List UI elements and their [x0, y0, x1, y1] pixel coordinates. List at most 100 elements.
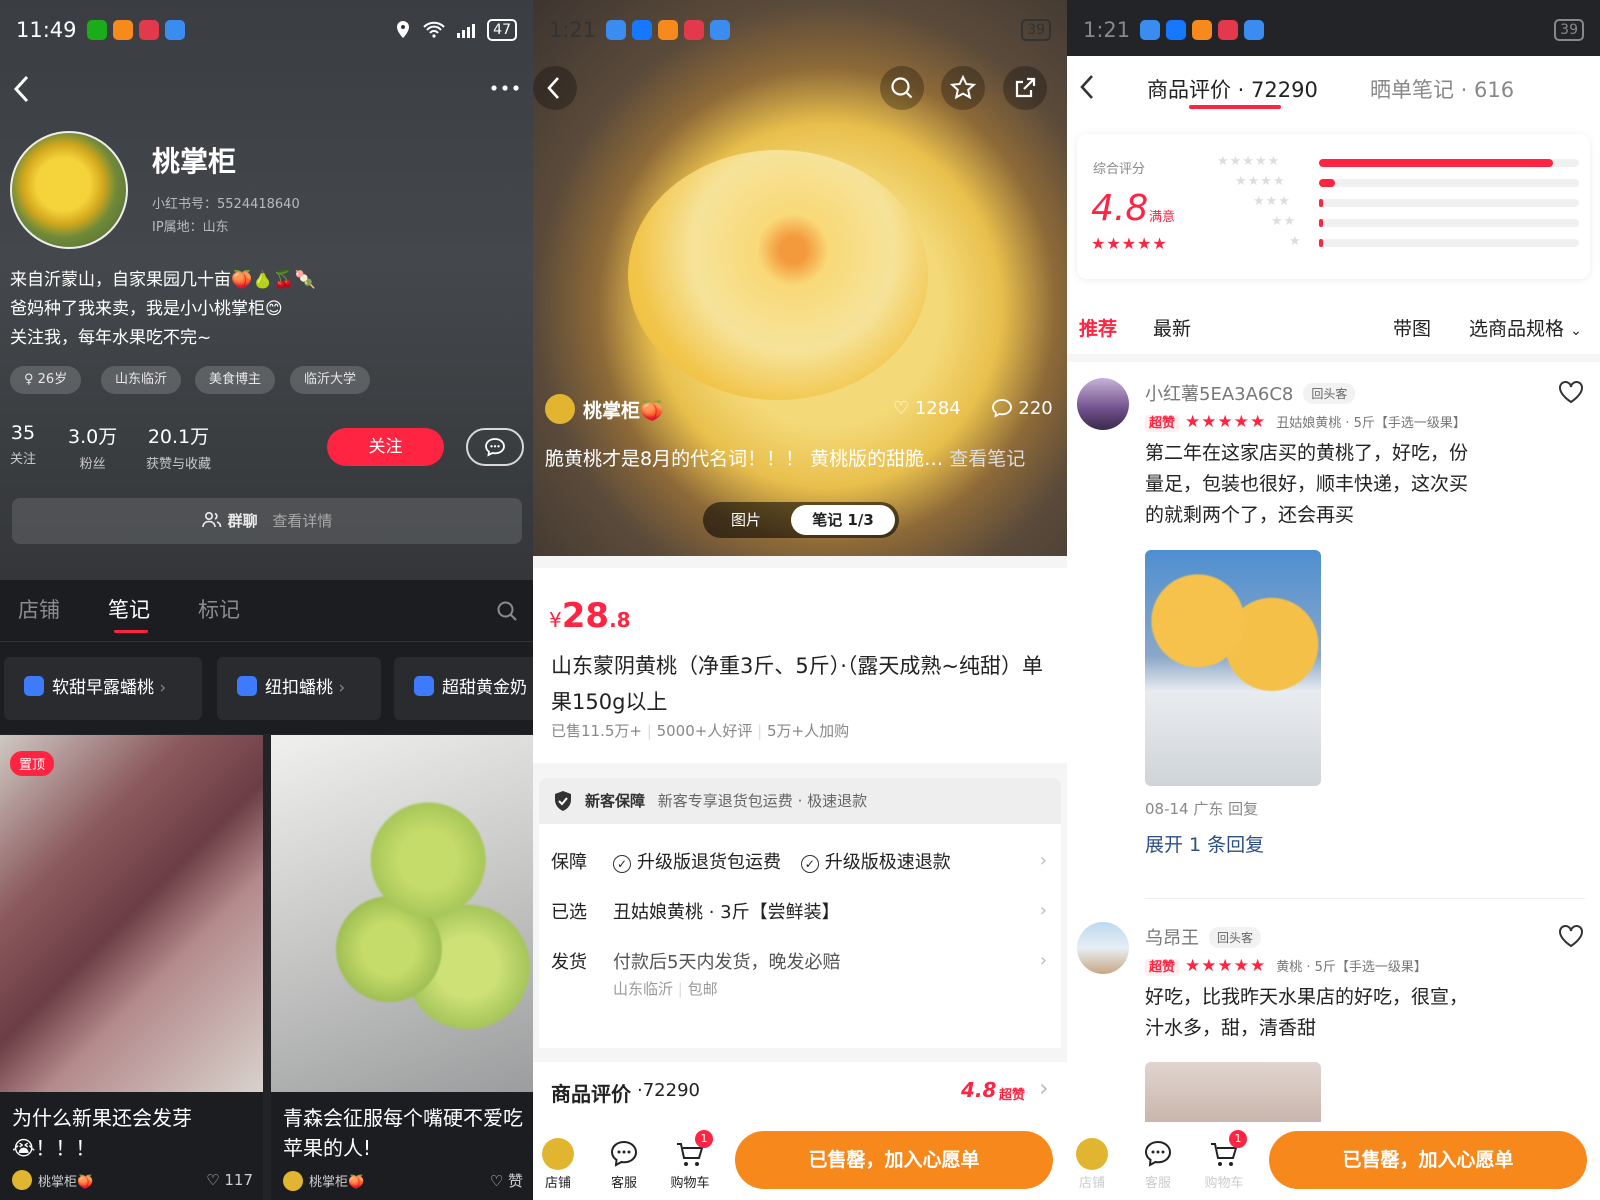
- message-button[interactable]: [466, 428, 524, 466]
- view-note-link[interactable]: 查看笔记: [949, 448, 1025, 470]
- super-badge: 超赞: [1145, 415, 1180, 432]
- more-icon[interactable]: [490, 82, 520, 94]
- reviewer-avatar[interactable]: [1077, 922, 1129, 974]
- favorite-button[interactable]: [941, 66, 985, 110]
- back-button[interactable]: [533, 66, 577, 110]
- author-avatar: [283, 1170, 303, 1191]
- like-count[interactable]: ♡ 赞: [490, 1170, 523, 1191]
- review-rating-line: 超赞 ★★★★★ 黄桃 · 5斤【手选一级果】: [1145, 956, 1427, 976]
- rating-bar-fill: [1319, 219, 1323, 227]
- collection-item[interactable]: 软甜早露蟠桃 ›: [4, 657, 202, 720]
- sales-stats: 已售11.5万+ | 5000+人好评 | 5万+人加购: [551, 722, 850, 740]
- location-icon: [397, 21, 410, 38]
- note-caption-text: 脆黄桃才是8月的代名词！！！ 黄桃版的甜脆…: [545, 448, 944, 470]
- search-button[interactable]: [880, 66, 924, 110]
- heart-icon[interactable]: [1558, 924, 1584, 948]
- sort-recommended[interactable]: 推荐: [1079, 314, 1117, 341]
- service-button[interactable]: 客服: [1133, 1138, 1183, 1191]
- tab-marks[interactable]: 标记: [198, 594, 240, 624]
- service-button[interactable]: 客服: [599, 1138, 649, 1191]
- wifi-icon: [423, 21, 445, 38]
- signal-icon: [457, 24, 476, 38]
- ship-origin: 山东临沂: [613, 980, 674, 998]
- group-chat-bar[interactable]: 群聊 查看详情: [12, 498, 522, 544]
- cart-label: 购物车: [1204, 1176, 1244, 1191]
- row-value: 丑姑娘黄桃 · 3斤【尝鲜装】: [613, 902, 840, 923]
- sort-latest[interactable]: 最新: [1153, 314, 1191, 341]
- reviewer-name[interactable]: 小红薯5EA3A6C8: [1145, 384, 1293, 405]
- shipping-sub: 山东临沂 | 包邮: [613, 980, 718, 998]
- status-bar: 11:49 47: [0, 0, 533, 60]
- guarantee-item: 升级版极速退款: [824, 852, 951, 873]
- rating-bar-fill: [1319, 199, 1323, 207]
- avatar[interactable]: [10, 131, 128, 249]
- seg-note[interactable]: 笔记 1/3: [791, 505, 895, 535]
- cart-button[interactable]: 购物车 1: [665, 1130, 715, 1191]
- back-icon[interactable]: [12, 74, 32, 104]
- new-customer-guarantee[interactable]: 新客保障 新客专享退货包运费 · 极速退款: [539, 778, 1061, 824]
- stat-following[interactable]: 35 关注: [10, 422, 36, 467]
- search-icon[interactable]: [496, 600, 518, 622]
- cart-badge: 1: [695, 1130, 713, 1148]
- shop-button[interactable]: 店铺: [533, 1138, 583, 1191]
- author-avatar: [12, 1170, 32, 1190]
- follow-button[interactable]: 关注: [327, 428, 444, 466]
- divider: [1067, 354, 1600, 362]
- note-caption[interactable]: 脆黄桃才是8月的代名词！！！ 黄桃版的甜脆… 查看笔记: [545, 444, 1055, 471]
- tab-notes[interactable]: 笔记: [108, 594, 150, 624]
- seg-pictures[interactable]: 图片: [731, 502, 761, 538]
- tab-shop[interactable]: 店铺: [18, 594, 60, 624]
- stat-likes[interactable]: 20.1万 获赞与收藏: [146, 422, 211, 472]
- share-button[interactable]: [1003, 66, 1047, 110]
- stat-fans[interactable]: 3.0万 粉丝: [68, 422, 117, 472]
- product-info: ¥28.8 山东蒙阴黄桃（净重3斤、5斤）·（露天成熟~纯甜）单果150g以上 …: [533, 568, 1067, 763]
- note-author: 桃掌柜🍑: [38, 1174, 94, 1190]
- review-summary-bar[interactable]: 商品评价 ·72290 4.8 超赞 ›: [533, 1062, 1067, 1122]
- note-author[interactable]: 桃掌柜🍑: [545, 394, 664, 424]
- bottom-bar: 店铺 客服 购物车 1 已售罄，加入心愿单: [1067, 1122, 1600, 1200]
- wishlist-button[interactable]: 已售罄，加入心愿单: [1269, 1131, 1587, 1189]
- two-star-row-icon: ★★: [1271, 214, 1297, 229]
- shop-avatar-icon: [1076, 1138, 1108, 1170]
- stat-value: 3.0万: [68, 426, 118, 448]
- note-comments-value: 220: [1018, 398, 1053, 419]
- product-title: 山东蒙阴黄桃（净重3斤、5斤）·（露天成熟~纯甜）单果150g以上: [551, 654, 1043, 714]
- check-icon: ✓: [800, 855, 819, 873]
- review-text: 第二年在这家店买的黄桃了，好吃，份量足，包装也很好，顺丰快递，这次买的就剩两个了…: [1145, 442, 1469, 526]
- collection-item[interactable]: 超甜黄金奶: [394, 657, 533, 720]
- notification-icons: [1140, 20, 1265, 40]
- status-bar: 1:21 39: [1067, 0, 1600, 60]
- note-author: 桃掌柜🍑: [309, 1175, 365, 1190]
- expand-replies[interactable]: 展开 1 条回复: [1145, 830, 1264, 857]
- four-star-row-icon: ★★★★: [1235, 174, 1286, 189]
- note-card[interactable]: 置顶 为什么新果还会发芽😭！！！ 桃掌柜🍑 ♡ 117: [0, 735, 263, 1200]
- review-photo[interactable]: [1145, 1062, 1321, 1122]
- filter-spec[interactable]: 选商品规格 ⌄: [1469, 314, 1582, 341]
- collection-icon: [414, 676, 434, 696]
- product-photo[interactable]: [533, 0, 1067, 556]
- row-value: ✓ 升级版退货包运费 ✓ 升级版极速退款: [613, 848, 951, 874]
- tab-photo-notes[interactable]: 晒单笔记 · 616: [1370, 74, 1514, 104]
- like-count[interactable]: ♡ 117: [206, 1171, 253, 1189]
- reviewer-name[interactable]: 乌昂王: [1145, 928, 1199, 949]
- collection-item[interactable]: 纽扣蟠桃 ›: [217, 657, 381, 720]
- note-comments[interactable]: 220: [991, 398, 1053, 419]
- back-icon[interactable]: [1079, 74, 1095, 100]
- tab-product-reviews[interactable]: 商品评价 · 72290: [1147, 74, 1318, 104]
- wishlist-button[interactable]: 已售罄，加入心愿单: [735, 1131, 1053, 1189]
- status-time: 1:21: [1083, 18, 1131, 42]
- service-icon: [1144, 1140, 1172, 1167]
- note-card[interactable]: 青森会征服每个嘴硬不爱吃苹果的人! 桃掌柜🍑 ♡ 赞: [271, 735, 533, 1200]
- heart-icon[interactable]: [1558, 380, 1584, 404]
- note-likes[interactable]: ♡ 1284: [893, 398, 961, 419]
- battery-indicator: 39: [1554, 19, 1584, 41]
- filter-with-photos[interactable]: 带图: [1393, 314, 1431, 341]
- tag-school: 临沂大学: [290, 366, 371, 394]
- overall-label: 综合评分: [1093, 162, 1146, 177]
- cart-label: 购物车: [670, 1176, 710, 1191]
- review-photo[interactable]: [1145, 550, 1321, 786]
- shop-button[interactable]: 店铺: [1067, 1138, 1117, 1191]
- reviewer-avatar[interactable]: [1077, 378, 1129, 430]
- cart-button[interactable]: 购物车 1: [1199, 1130, 1249, 1191]
- service-icon: [610, 1140, 638, 1167]
